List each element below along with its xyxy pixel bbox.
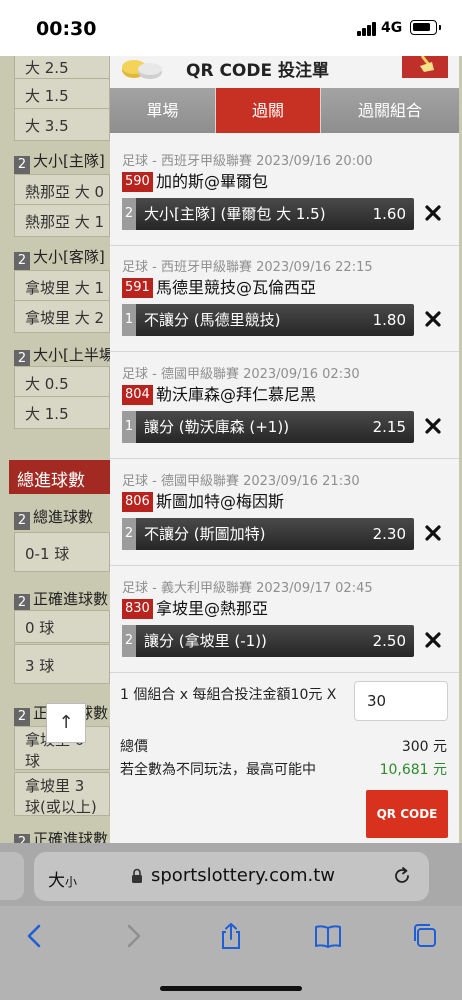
match-code: 806 <box>122 492 153 512</box>
tab-parlay[interactable]: 過關 <box>215 88 321 133</box>
selection-number: 1 <box>122 304 136 336</box>
tabs-icon[interactable] <box>410 922 440 950</box>
odds-option[interactable]: 熱那亞 大 1 <box>14 204 110 237</box>
match-code: 591 <box>122 278 153 298</box>
odds-option[interactable]: 熱那亞 大 0 <box>14 174 110 207</box>
bet-type-tabs: 單場 過關 過關組合 <box>110 88 459 133</box>
selection-number: 2 <box>122 625 136 657</box>
odds-option[interactable]: 大 0.5 <box>14 366 110 399</box>
max-win-label: 若全數為不同玩法，最高可能中 <box>120 762 316 778</box>
odds-option[interactable]: 拿坡里 大 1 <box>14 270 110 303</box>
selection-text: 大小[主隊] (畢爾包 大 1.5) <box>144 205 326 223</box>
bet-amount-input[interactable] <box>354 681 448 721</box>
bet-item: 足球 - 義大利甲級聯賽 2023/09/17 02:45 830 拿坡里@熱那… <box>110 567 459 673</box>
selection-odds: 1.60 <box>372 205 406 223</box>
bet-league-time: 足球 - 義大利甲級聯賽 2023/09/17 02:45 <box>122 581 373 596</box>
bet-item: 足球 - 西班牙甲級聯賽 2023/09/16 22:15 591 馬德里競技@… <box>110 246 459 352</box>
close-icon[interactable] <box>424 204 442 222</box>
bet-selection: 2 大小[主隊] (畢爾包 大 1.5) 1.60 <box>122 198 414 230</box>
url-text: sportslottery.com.tw <box>151 865 336 886</box>
match-name: 勒沃庫森@拜仁慕尼黑 <box>156 385 317 404</box>
market-label: 2 總進球數 <box>14 506 110 532</box>
tab-single[interactable]: 單場 <box>110 88 215 133</box>
selection-number: 2 <box>122 518 136 550</box>
address-bar[interactable]: 大小 sportslottery.com.tw <box>34 852 429 901</box>
match-name: 斯圖加特@梅因斯 <box>156 492 285 511</box>
address-bar-area: 大小 sportslottery.com.tw <box>0 843 462 906</box>
bet-selection: 2 讓分 (拿坡里 (-1)) 2.50 <box>122 625 414 657</box>
close-icon[interactable] <box>424 417 442 435</box>
status-time: 00:30 <box>36 18 97 40</box>
total-value: 300 元 <box>401 739 447 755</box>
qr-code-button[interactable]: QR CODE <box>366 790 448 838</box>
status-bar: 00:30 4G <box>0 0 462 56</box>
odds-option[interactable]: 0-1 球 <box>14 532 110 572</box>
odds-option[interactable]: 大 1.5 <box>14 78 110 111</box>
combination-text: 1 個組合 x 每組合投注金額10元 X <box>120 687 337 703</box>
bet-item: 足球 - 德國甲級聯賽 2023/09/16 21:30 806 斯圖加特@梅因… <box>110 460 459 566</box>
bet-league-time: 足球 - 德國甲級聯賽 2023/09/16 21:30 <box>122 474 360 489</box>
share-icon[interactable] <box>216 922 246 950</box>
tab-parlay-combo[interactable]: 過關組合 <box>321 88 459 133</box>
bet-slip-panel: QR CODE 投注單 單場 過關 過關組合 足球 - 西班牙甲級聯賽 2023… <box>110 40 459 850</box>
selection-text: 讓分 (勒沃庫森 (+1)) <box>144 418 290 436</box>
forward-icon[interactable] <box>118 922 148 950</box>
selection-text: 不讓分 (斯圖加特) <box>144 525 266 543</box>
max-win-value: 10,681 元 <box>379 762 447 778</box>
page-settings-button[interactable]: 大小 <box>48 866 77 891</box>
bet-item: 足球 - 西班牙甲級聯賽 2023/09/16 20:00 590 加的斯@畢爾… <box>110 140 459 246</box>
selection-odds: 2.15 <box>372 418 406 436</box>
bet-selection: 1 不讓分 (馬德里競技) 1.80 <box>122 304 414 336</box>
close-icon[interactable] <box>424 524 442 542</box>
selection-text: 不讓分 (馬德里競技) <box>144 311 281 329</box>
selection-odds: 2.50 <box>372 632 406 650</box>
selection-number: 1 <box>122 411 136 443</box>
back-icon[interactable] <box>20 922 50 950</box>
section-header: 總進球數 <box>9 460 110 494</box>
match-name: 馬德里競技@瓦倫西亞 <box>156 278 317 297</box>
scroll-top-button[interactable]: ↑ <box>46 703 86 743</box>
lock-icon <box>132 868 142 883</box>
signal-icon <box>357 22 377 36</box>
close-icon[interactable] <box>424 310 442 328</box>
match-code: 830 <box>122 599 153 619</box>
odds-option[interactable]: 大 3.5 <box>14 108 110 141</box>
total-label: 總價 <box>120 739 148 755</box>
selection-odds: 1.80 <box>372 311 406 329</box>
bet-slip-title: QR CODE 投注單 <box>186 61 330 81</box>
odds-option[interactable]: 拿坡里 大 2 <box>14 300 110 333</box>
odds-option[interactable]: 拿坡里 3 球(或以上) <box>14 772 110 816</box>
market-label: 2 大小[客隊] <box>14 246 110 272</box>
close-icon[interactable] <box>424 631 442 649</box>
previous-tab-pill[interactable] <box>0 852 24 900</box>
bet-selection: 2 不讓分 (斯圖加特) 2.30 <box>122 518 414 550</box>
market-label: 2 大小[主隊] <box>14 150 110 176</box>
match-code: 804 <box>122 385 153 405</box>
bet-selection: 1 讓分 (勒沃庫森 (+1)) 2.15 <box>122 411 414 443</box>
bet-league-time: 足球 - 西班牙甲級聯賽 2023/09/16 22:15 <box>122 260 373 275</box>
selection-odds: 2.30 <box>372 525 406 543</box>
match-code: 590 <box>122 172 153 192</box>
browser-toolbar <box>0 906 462 1000</box>
bet-league-time: 足球 - 德國甲級聯賽 2023/09/16 02:30 <box>122 367 360 382</box>
odds-option[interactable]: 0 球 <box>14 610 110 643</box>
bookmarks-icon[interactable] <box>313 922 343 950</box>
selection-text: 讓分 (拿坡里 (-1)) <box>144 632 267 650</box>
match-name: 拿坡里@熱那亞 <box>156 599 269 618</box>
home-indicator <box>160 986 302 991</box>
network-type: 4G <box>381 20 403 36</box>
match-name: 加的斯@畢爾包 <box>156 172 269 191</box>
selection-number: 2 <box>122 198 136 230</box>
odds-option[interactable]: 3 球 <box>14 644 110 684</box>
reload-icon[interactable] <box>392 866 412 886</box>
battery-icon <box>410 20 441 35</box>
bet-league-time: 足球 - 西班牙甲級聯賽 2023/09/16 20:00 <box>122 154 373 169</box>
bet-item: 足球 - 德國甲級聯賽 2023/09/16 02:30 804 勒沃庫森@拜仁… <box>110 353 459 459</box>
coins-icon <box>122 60 162 79</box>
odds-option[interactable]: 大 1.5 <box>14 396 110 429</box>
